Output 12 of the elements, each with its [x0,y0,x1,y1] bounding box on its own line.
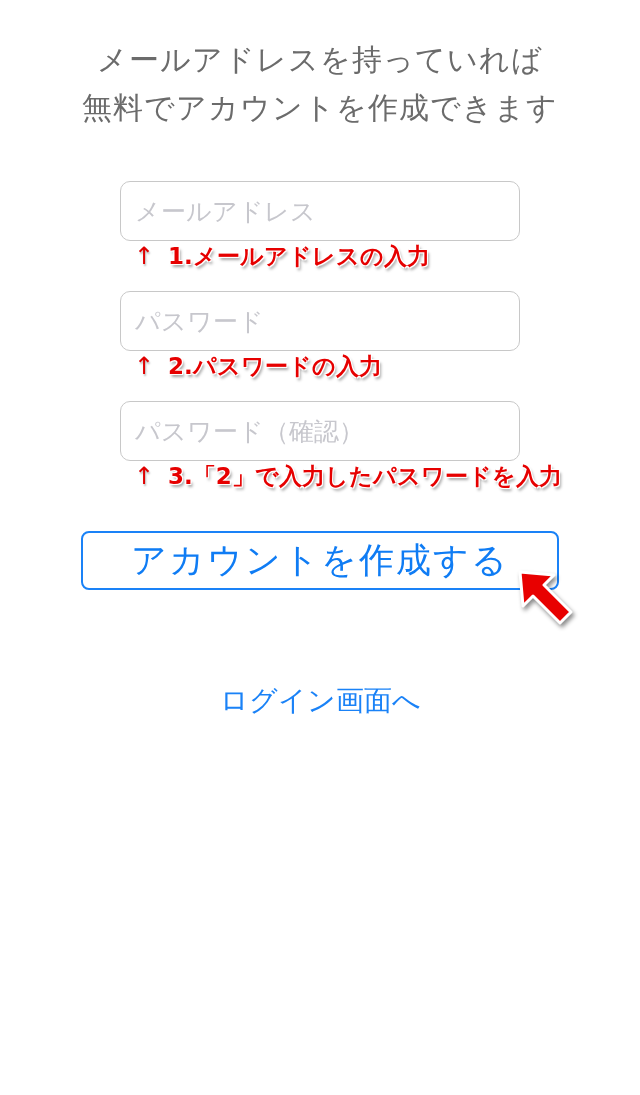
intro-text: メールアドレスを持っていれば 無料でアカウントを作成できます [82,41,558,127]
create-account-button[interactable]: アカウントを作成する [81,531,559,590]
instruction-note: 2.パスワードの入力 [168,352,382,381]
up-arrow-icon: ↑ [134,461,155,491]
instruction-note: 1.メールアドレスの入力 [168,242,430,271]
up-arrow-icon: ↑ [134,241,155,271]
input-field[interactable]: メールアドレス [120,181,520,241]
instruction-note: 3.「2」で入力したパスワードを入力 [168,462,562,491]
input-field[interactable]: パスワード [120,291,520,351]
up-arrow-icon: ↑ [134,351,155,381]
input-field[interactable]: パスワード（確認） [120,401,520,461]
login-link[interactable]: ログイン画面へ [219,681,421,721]
